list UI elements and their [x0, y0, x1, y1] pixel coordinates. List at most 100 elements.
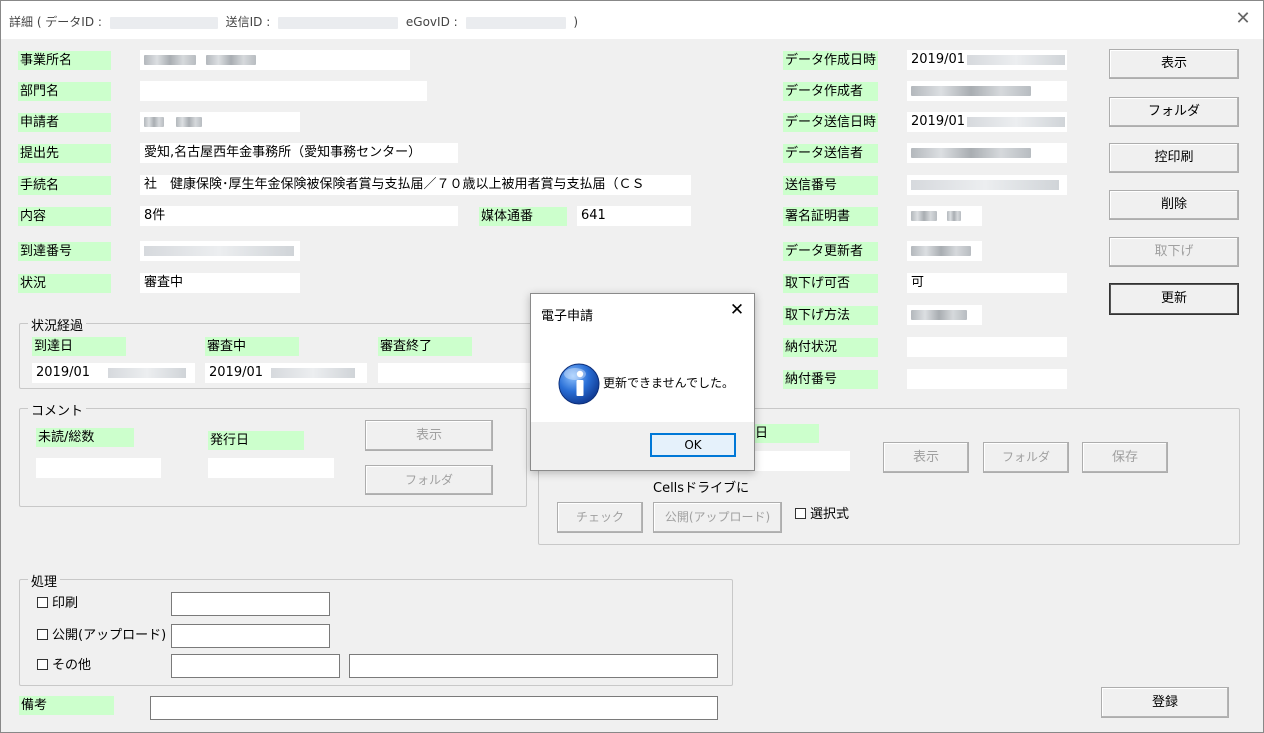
submit-to-value: 愛知,名古屋西年金事務所（愛知事務センター） — [140, 143, 458, 163]
withdraw-allowed-label: 取下げ可否 — [783, 274, 878, 293]
procedure-label: 手続名 — [18, 176, 111, 195]
dialog-message: 更新できませんでした。 — [603, 376, 735, 390]
office-label: 事業所名 — [18, 51, 111, 70]
other-checkbox[interactable]: その他 — [37, 657, 91, 675]
official-doc-date-value — [753, 451, 850, 471]
update-button[interactable]: 更新 — [1109, 283, 1239, 315]
sent-at-value: 2019/01 — [907, 112, 1067, 132]
notes-input[interactable] — [150, 696, 718, 720]
status-value: 審査中 — [140, 273, 300, 293]
created-at-label: データ作成日時 — [783, 51, 878, 70]
creator-label: データ作成者 — [783, 82, 878, 101]
publish-upload-button[interactable]: 公開(アップロード) — [653, 502, 782, 533]
other-input[interactable] — [171, 654, 340, 678]
media-value: 641 — [577, 206, 691, 226]
print-checkbox-label: 印刷 — [52, 596, 79, 611]
publish-checkbox-label: 公開(アップロード) — [52, 628, 167, 643]
arrival-number-label: 到達番号 — [18, 242, 111, 261]
unread-total-label: 未読/総数 — [36, 428, 134, 447]
send-number-value — [907, 175, 1067, 195]
creator-value — [907, 81, 1067, 101]
delete-button[interactable]: 削除 — [1109, 190, 1239, 220]
show-button[interactable]: 表示 — [1109, 49, 1239, 79]
notes-label: 備考 — [19, 696, 114, 715]
title-prefix: 詳細 ( データID : — [9, 15, 102, 29]
created-at-text: 2019/01 — [911, 52, 966, 67]
select-mode-checkbox[interactable]: 選択式 — [795, 506, 849, 524]
cells-drive-text: Cellsドライブに — [653, 481, 750, 496]
redacted-data-id — [109, 16, 218, 29]
folder-button[interactable]: フォルダ — [1109, 97, 1239, 127]
department-label: 部門名 — [18, 82, 111, 101]
sender-label: データ送信者 — [783, 144, 878, 163]
office-value — [140, 50, 410, 70]
withdraw-method-label: 取下げ方法 — [783, 306, 878, 325]
certificate-label: 署名証明書 — [783, 207, 878, 226]
updater-value — [907, 241, 982, 261]
select-mode-checkbox-box[interactable] — [795, 508, 806, 519]
certificate-value — [907, 206, 982, 226]
message-dialog: 電子申請 ✕ 更新できませんでした。 OK — [530, 293, 755, 471]
select-mode-checkbox-label: 選択式 — [810, 507, 850, 522]
official-doc-save-button[interactable]: 保存 — [1082, 442, 1168, 473]
procedure-value: 社 健康保険･厚生年金保険被保険者賞与支払届／７０歳以上被用者賞与支払届（ＣＳ — [140, 175, 691, 195]
print-checkbox-box[interactable] — [37, 597, 48, 608]
media-label: 媒体通番 — [479, 207, 567, 226]
check-button[interactable]: チェック — [557, 502, 643, 533]
content-value: 8件 — [140, 206, 458, 226]
arrival-date-label: 到達日 — [32, 337, 126, 356]
submit-to-label: 提出先 — [18, 144, 111, 163]
sent-at-label: データ送信日時 — [783, 113, 878, 132]
review-done-value — [378, 363, 530, 383]
arrival-date-text: 2019/01 — [36, 365, 91, 380]
arrival-date-value: 2019/01 — [32, 363, 195, 383]
other-checkbox-label: その他 — [52, 658, 92, 673]
official-doc-date-label: 日 — [753, 424, 819, 443]
comment-show-button[interactable]: 表示 — [365, 420, 493, 451]
payment-status-label: 納付状況 — [783, 338, 878, 357]
print-checkbox[interactable]: 印刷 — [37, 595, 78, 613]
title-suffix: ) — [573, 15, 579, 29]
other-checkbox-box[interactable] — [37, 659, 48, 670]
payment-number-label: 納付番号 — [783, 370, 878, 389]
publish-checkbox[interactable]: 公開(アップロード) — [37, 627, 166, 645]
withdraw-allowed-value: 可 — [907, 273, 1067, 293]
progress-group-title: 状況経過 — [28, 315, 87, 334]
issue-date-value — [208, 458, 334, 478]
info-icon — [558, 363, 600, 405]
print-input[interactable] — [171, 592, 330, 616]
withdraw-method-value — [907, 305, 982, 325]
official-doc-show-button[interactable]: 表示 — [883, 442, 969, 473]
applicant-label: 申請者 — [18, 113, 111, 132]
reviewing-value: 2019/01 — [205, 363, 367, 383]
ok-button[interactable]: OK — [650, 433, 736, 457]
window-close-icon[interactable]: ✕ — [1233, 9, 1253, 29]
reviewing-label: 審査中 — [205, 337, 299, 356]
publish-input[interactable] — [171, 624, 330, 648]
copy-print-button[interactable]: 控印刷 — [1109, 143, 1239, 173]
title-egov-id: eGovID : — [405, 15, 458, 29]
updater-label: データ更新者 — [783, 242, 878, 261]
sent-at-text: 2019/01 — [911, 114, 966, 129]
payment-number-value — [907, 369, 1067, 389]
redacted-egov-id — [465, 16, 566, 29]
created-at-value: 2019/01 — [907, 50, 1067, 70]
window-title: 詳細 ( データID : 送信ID : eGovID : ) — [9, 13, 578, 30]
sender-value — [907, 143, 1067, 163]
unread-total-value — [36, 458, 161, 478]
register-button[interactable]: 登録 — [1101, 687, 1229, 718]
other-detail-input[interactable] — [349, 654, 718, 678]
comment-folder-button[interactable]: フォルダ — [365, 465, 493, 495]
dialog-title: 電子申請 — [541, 309, 594, 324]
withdraw-button[interactable]: 取下げ — [1109, 237, 1239, 267]
dialog-close-icon[interactable]: ✕ — [727, 300, 747, 320]
title-bar: 詳細 ( データID : 送信ID : eGovID : ) ✕ — [1, 1, 1263, 39]
publish-checkbox-box[interactable] — [37, 629, 48, 640]
status-label: 状況 — [18, 274, 111, 293]
official-doc-folder-button[interactable]: フォルダ — [983, 442, 1069, 473]
title-send-id: 送信ID : — [225, 15, 271, 29]
redacted-send-id — [278, 16, 399, 29]
comment-group-title: コメント — [28, 400, 87, 419]
arrival-number-value — [140, 241, 300, 261]
review-done-label: 審査終了 — [378, 337, 472, 356]
